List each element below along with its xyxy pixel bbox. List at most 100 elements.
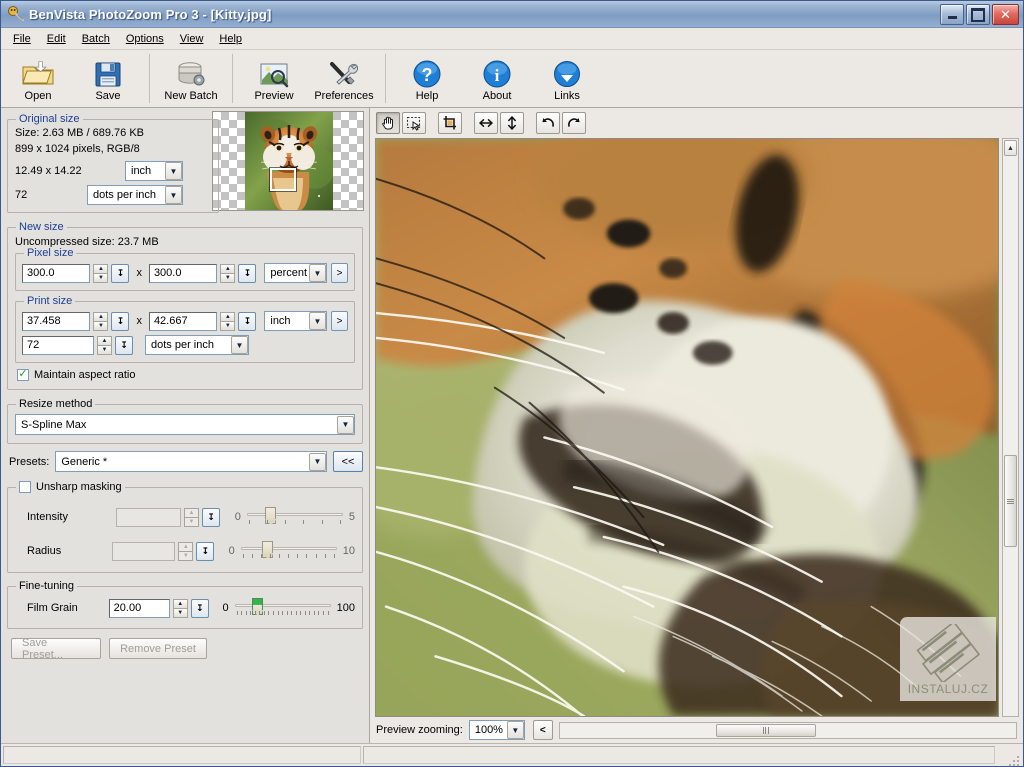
spinner-up-icon[interactable]: ▲: [184, 508, 199, 518]
radius-spinner[interactable]: ▲ ▼: [178, 542, 193, 561]
menu-file[interactable]: File: [5, 31, 39, 47]
spinner-down-icon[interactable]: ▼: [93, 273, 108, 283]
menu-batch[interactable]: Batch: [74, 31, 118, 47]
intensity-default-button[interactable]: ↧: [202, 508, 220, 527]
preview-button[interactable]: Preview: [239, 50, 309, 107]
preview-bottom-bar: Preview zooming: 100% ▼ <: [370, 717, 1023, 743]
menu-help[interactable]: Help: [211, 31, 250, 47]
unsharp-masking-checkbox[interactable]: [19, 481, 31, 493]
pan-hand-tool-button[interactable]: [376, 112, 400, 134]
film-grain-slider[interactable]: [235, 597, 331, 619]
close-button[interactable]: ✕: [992, 4, 1019, 25]
pixel-height-input[interactable]: 300.0: [149, 264, 217, 283]
pixel-height-default-button[interactable]: ↧: [238, 264, 256, 283]
spinner-down-icon[interactable]: ▼: [93, 321, 108, 331]
window-resize-grip[interactable]: [1009, 744, 1023, 766]
radius-input[interactable]: [112, 542, 175, 561]
print-resolution-spinner[interactable]: ▲ ▼: [97, 336, 112, 355]
radius-slider[interactable]: [241, 540, 337, 562]
spinner-down-icon[interactable]: ▼: [97, 345, 112, 355]
spinner-up-icon[interactable]: ▲: [93, 264, 108, 274]
pixel-size-unit-select[interactable]: percent ▼: [264, 263, 327, 283]
film-grain-spinner[interactable]: ▲ ▼: [173, 599, 188, 618]
remove-preset-button[interactable]: Remove Preset: [109, 638, 207, 659]
print-resolution-unit-select[interactable]: dots per inch ▼: [145, 335, 249, 355]
intensity-slider[interactable]: [247, 506, 343, 528]
preview-prev-button[interactable]: <: [533, 720, 553, 740]
original-unit-select[interactable]: inch ▼: [125, 161, 183, 181]
vertical-scrollbar-thumb[interactable]: [1004, 455, 1017, 547]
preview-horizontal-scrollbar[interactable]: [559, 722, 1017, 739]
print-height-spinner[interactable]: ▲ ▼: [220, 312, 235, 331]
menu-view[interactable]: View: [172, 31, 212, 47]
radius-default-button[interactable]: ↧: [196, 542, 214, 561]
preview-vertical-scrollbar[interactable]: ▲: [1002, 138, 1019, 717]
maximize-button[interactable]: [966, 4, 990, 25]
rotate-right-button[interactable]: [562, 112, 586, 134]
chevron-up-icon: ▲: [1007, 145, 1014, 152]
rotate-left-button[interactable]: [536, 112, 560, 134]
spinner-down-icon[interactable]: ▼: [173, 608, 188, 618]
tools-wrench-screwdriver-icon: [327, 58, 361, 88]
new-batch-button[interactable]: New Batch: [156, 50, 226, 107]
print-width-input[interactable]: 37.458: [22, 312, 90, 331]
intensity-spinner[interactable]: ▲ ▼: [184, 508, 199, 527]
pixel-height-spinner[interactable]: ▲ ▼: [220, 264, 235, 283]
pixel-width-input[interactable]: 300.0: [22, 264, 90, 283]
preview-image[interactable]: INSTALUJ.CZ: [375, 138, 999, 717]
print-resolution-input[interactable]: 72: [22, 336, 94, 355]
film-grain-default-button[interactable]: ↧: [191, 599, 209, 618]
preview-zoom-select[interactable]: 100% ▼: [469, 720, 525, 740]
print-size-unit-select[interactable]: inch ▼: [264, 311, 327, 331]
menu-edit[interactable]: Edit: [39, 31, 74, 47]
pixel-width-spinner[interactable]: ▲ ▼: [93, 264, 108, 283]
print-resolution-default-button[interactable]: ↧: [115, 336, 133, 355]
scroll-up-button[interactable]: ▲: [1004, 140, 1017, 156]
chevron-down-icon: ▼: [337, 416, 354, 434]
print-width-default-button[interactable]: ↧: [111, 312, 129, 331]
film-grain-input[interactable]: 20.00: [109, 599, 170, 618]
pixel-size-apply-button[interactable]: >: [331, 263, 348, 283]
save-button[interactable]: Save: [73, 50, 143, 107]
open-button[interactable]: Open: [3, 50, 73, 107]
save-preset-button[interactable]: Save Preset...: [11, 638, 101, 659]
flip-vertical-button[interactable]: [500, 112, 524, 134]
scrollbar-grip-icon: [763, 727, 769, 734]
help-button[interactable]: ? Help: [392, 50, 462, 107]
original-resolution-unit-select[interactable]: dots per inch ▼: [87, 185, 183, 205]
navigator-thumbnail[interactable]: [212, 111, 364, 211]
flip-horizontal-button[interactable]: [474, 112, 498, 134]
maintain-aspect-ratio-checkbox[interactable]: ✓: [17, 369, 29, 381]
print-width-spinner[interactable]: ▲ ▼: [93, 312, 108, 331]
print-height-input[interactable]: 42.667: [149, 312, 217, 331]
spinner-up-icon[interactable]: ▲: [220, 264, 235, 274]
spinner-up-icon[interactable]: ▲: [97, 336, 112, 346]
spinner-down-icon[interactable]: ▼: [220, 273, 235, 283]
print-height-default-button[interactable]: ↧: [238, 312, 256, 331]
spinner-down-icon[interactable]: ▼: [184, 517, 199, 527]
intensity-input[interactable]: [116, 508, 181, 527]
print-size-apply-button[interactable]: >: [331, 311, 348, 331]
pixel-width-default-button[interactable]: ↧: [111, 264, 129, 283]
spinner-down-icon[interactable]: ▼: [220, 321, 235, 331]
crop-tool-button[interactable]: [438, 112, 462, 134]
status-pane-right: [363, 746, 995, 764]
spinner-down-icon[interactable]: ▼: [178, 551, 193, 561]
minimize-button[interactable]: [940, 4, 964, 25]
checkmark-icon: ✓: [18, 369, 27, 380]
navigator-selection-rect[interactable]: [270, 168, 296, 191]
marquee-select-tool-button[interactable]: [402, 112, 426, 134]
resize-method-select[interactable]: S-Spline Max ▼: [15, 414, 355, 435]
collapse-panel-button[interactable]: <<: [333, 451, 363, 472]
links-button[interactable]: Links: [532, 50, 602, 107]
horizontal-scrollbar-thumb[interactable]: [716, 724, 816, 737]
preferences-button[interactable]: Preferences: [309, 50, 379, 107]
spinner-up-icon[interactable]: ▲: [178, 542, 193, 552]
menu-options[interactable]: Options: [118, 31, 172, 47]
spinner-up-icon[interactable]: ▲: [173, 599, 188, 609]
spinner-up-icon[interactable]: ▲: [93, 312, 108, 322]
presets-select[interactable]: Generic * ▼: [55, 451, 327, 472]
spinner-up-icon[interactable]: ▲: [220, 312, 235, 322]
toolbar-separator-1: [149, 54, 150, 103]
about-button[interactable]: i About: [462, 50, 532, 107]
